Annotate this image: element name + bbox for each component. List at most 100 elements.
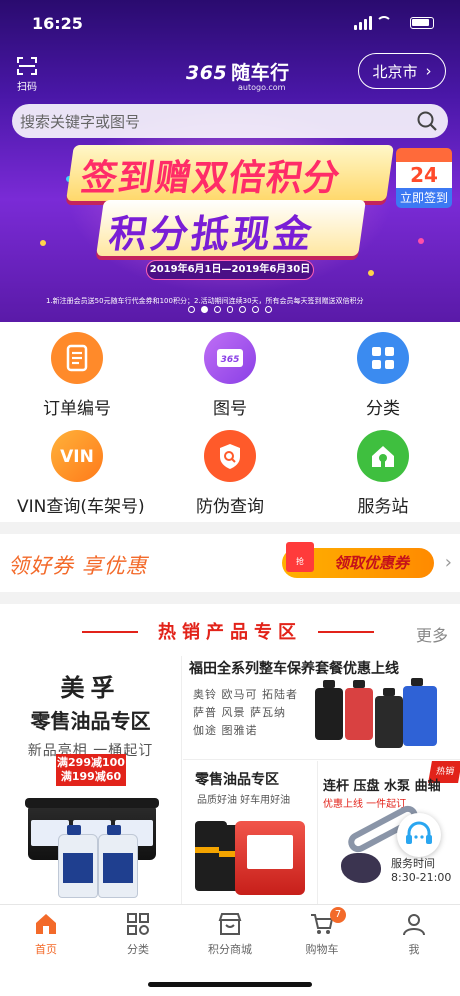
365-card-icon: 365	[204, 332, 256, 384]
service-station-icon	[357, 430, 409, 482]
promo-mobil-oil[interactable]: 美孚 零售油品专区 新品亮相 一桶起订 满299减100 满199减60	[0, 656, 182, 904]
promo-brand: 美孚	[60, 674, 121, 702]
banner-title-line1: 签到赠双倍积分	[78, 158, 344, 199]
logo-name: 随车行	[231, 62, 290, 84]
vehicle-models: 伽途 图雅诺	[193, 724, 258, 737]
promo-line: 满199减60	[60, 770, 122, 783]
banner-title-line2: 积分抵现金	[106, 212, 318, 256]
city-selector[interactable]: 北京市 ›	[358, 53, 446, 89]
chevron-right-icon[interactable]: ›	[445, 552, 452, 573]
grid-category-icon	[357, 332, 409, 384]
search-input[interactable]: 搜索关键字或图号	[20, 111, 140, 132]
pager-dot[interactable]	[213, 306, 221, 313]
city-label: 北京市	[372, 62, 418, 81]
vin-text: VIN	[60, 447, 94, 467]
logo-domain: autogo.com	[238, 83, 286, 92]
coupon-strip[interactable]: 领好券 享优惠 领取优惠券 抢 ›	[0, 534, 460, 592]
promo-retail-oil[interactable]: 零售油品专区 品质好油 好车用好油	[183, 761, 318, 904]
home-icon	[36, 914, 56, 934]
title-line-right	[318, 631, 374, 633]
banner-title-plate: 签到赠双倍积分	[66, 145, 394, 201]
tab-profile[interactable]: 我	[368, 911, 460, 957]
menu-category[interactable]: 分类	[323, 332, 443, 419]
promo-line: 满299减100	[57, 756, 125, 769]
signal-icon	[364, 19, 367, 30]
signal-icon	[354, 25, 357, 30]
menu-order-number[interactable]: 订单编号	[17, 332, 137, 419]
chevron-right-icon: ›	[425, 62, 432, 80]
water-pump-image	[341, 853, 381, 883]
red-envelope-icon: 抢	[286, 542, 314, 572]
pager-dot[interactable]	[188, 306, 195, 313]
calendar-day: 24	[396, 162, 452, 188]
card-text: 365	[221, 355, 240, 365]
service-time-value: 8:30-21:00	[391, 871, 452, 884]
scan-button[interactable]: 扫码	[14, 56, 40, 93]
menu-drawing-number[interactable]: 365 图号	[170, 332, 290, 419]
pager-dot[interactable]	[252, 306, 260, 313]
hero-banner[interactable]: 16:25 扫码 365 随车行 autogo.com 北京市 › 搜索关键字或图…	[0, 0, 460, 322]
pager-dot[interactable]	[265, 306, 273, 313]
promo-title: 零售油品专区	[30, 709, 151, 733]
menu-vin-lookup[interactable]: VIN VIN查询(车架号)	[17, 430, 145, 517]
status-time: 16:25	[32, 14, 83, 33]
checkin-button[interactable]: 立即签到	[396, 188, 452, 208]
tab-points-mall[interactable]: 积分商城	[184, 911, 276, 957]
tab-cart[interactable]: 7 购物车	[276, 907, 368, 957]
hot-products-title: 热销产品专区	[158, 622, 302, 643]
menu-label: 图号	[213, 399, 247, 419]
menu-service-station[interactable]: 服务站	[323, 430, 443, 517]
battery-icon	[410, 17, 434, 29]
banner-pager	[188, 306, 273, 314]
promo-subtitle: 品质好油 好车用好油	[197, 795, 291, 806]
pager-dot[interactable]	[200, 306, 208, 313]
calendar-checkin[interactable]: 24 立即签到	[396, 148, 452, 208]
tab-label: 购物车	[305, 943, 339, 956]
menu-anti-fake[interactable]: 防伪查询	[170, 430, 290, 517]
promo-title: 零售油品专区	[195, 772, 279, 788]
search-bar[interactable]: 搜索关键字或图号	[12, 104, 448, 138]
scan-icon	[17, 57, 37, 75]
profile-icon	[403, 914, 425, 936]
promo-subtitle: 优惠上线 一件起订	[323, 799, 407, 810]
vehicle-models: 奥铃 欧马可 拓陆者	[193, 688, 298, 701]
status-icons	[354, 16, 438, 30]
pager-dot[interactable]	[226, 306, 234, 313]
headset-icon	[406, 821, 432, 844]
banner-date-range: 2019年6月1日—2019年6月30日	[146, 260, 314, 280]
cart-badge: 7	[330, 907, 346, 923]
promo-title: 连杆 压盘 水泵 曲轴	[323, 779, 441, 794]
menu-label: VIN查询(车架号)	[17, 497, 145, 517]
banner-note: 1.新注册会员送50元随车行代金券和100积分；2.活动期间连续30天，所有会员…	[46, 297, 364, 305]
calendar-top	[396, 148, 452, 162]
promo-discount-badge: 满299减100 满199减60	[56, 754, 126, 786]
section-divider	[0, 592, 460, 604]
tab-label: 积分商城	[208, 943, 252, 956]
tab-label: 我	[408, 943, 420, 956]
tab-category[interactable]: 分类	[92, 911, 184, 957]
points-mall-icon	[218, 913, 242, 935]
confetti	[368, 270, 374, 276]
customer-service-button[interactable]	[397, 813, 441, 857]
scan-label: 扫码	[17, 82, 37, 93]
anti-fake-icon	[204, 430, 256, 482]
oil-bottle-image	[58, 825, 98, 898]
signal-icon	[359, 22, 362, 30]
search-icon[interactable]	[416, 110, 438, 132]
service-time-label: 服务时间	[391, 857, 435, 870]
promo-futian-package[interactable]: 福田全系列整车保养套餐优惠上线 奥铃 欧马可 拓陆者 萨普 风景 萨瓦纳 伽途 …	[183, 656, 460, 760]
oil-can-image	[235, 821, 305, 895]
menu-label: 订单编号	[43, 399, 111, 419]
product-image	[375, 688, 403, 748]
service-hours: 服务时间 8:30-21:00	[391, 857, 451, 885]
category-icon	[127, 913, 149, 935]
vehicle-models: 萨普 风景 萨瓦纳	[193, 706, 286, 719]
order-icon	[51, 332, 103, 384]
more-link[interactable]: 更多	[416, 622, 448, 646]
tab-home[interactable]: 首页	[0, 911, 92, 957]
confetti	[40, 240, 46, 246]
pager-dot[interactable]	[239, 306, 247, 313]
menu-label: 分类	[366, 399, 400, 419]
promo-engine-parts[interactable]: 热销 连杆 压盘 水泵 曲轴 优惠上线 一件起订 服务时间 8:30-21:00	[319, 761, 460, 904]
confetti	[418, 238, 424, 244]
